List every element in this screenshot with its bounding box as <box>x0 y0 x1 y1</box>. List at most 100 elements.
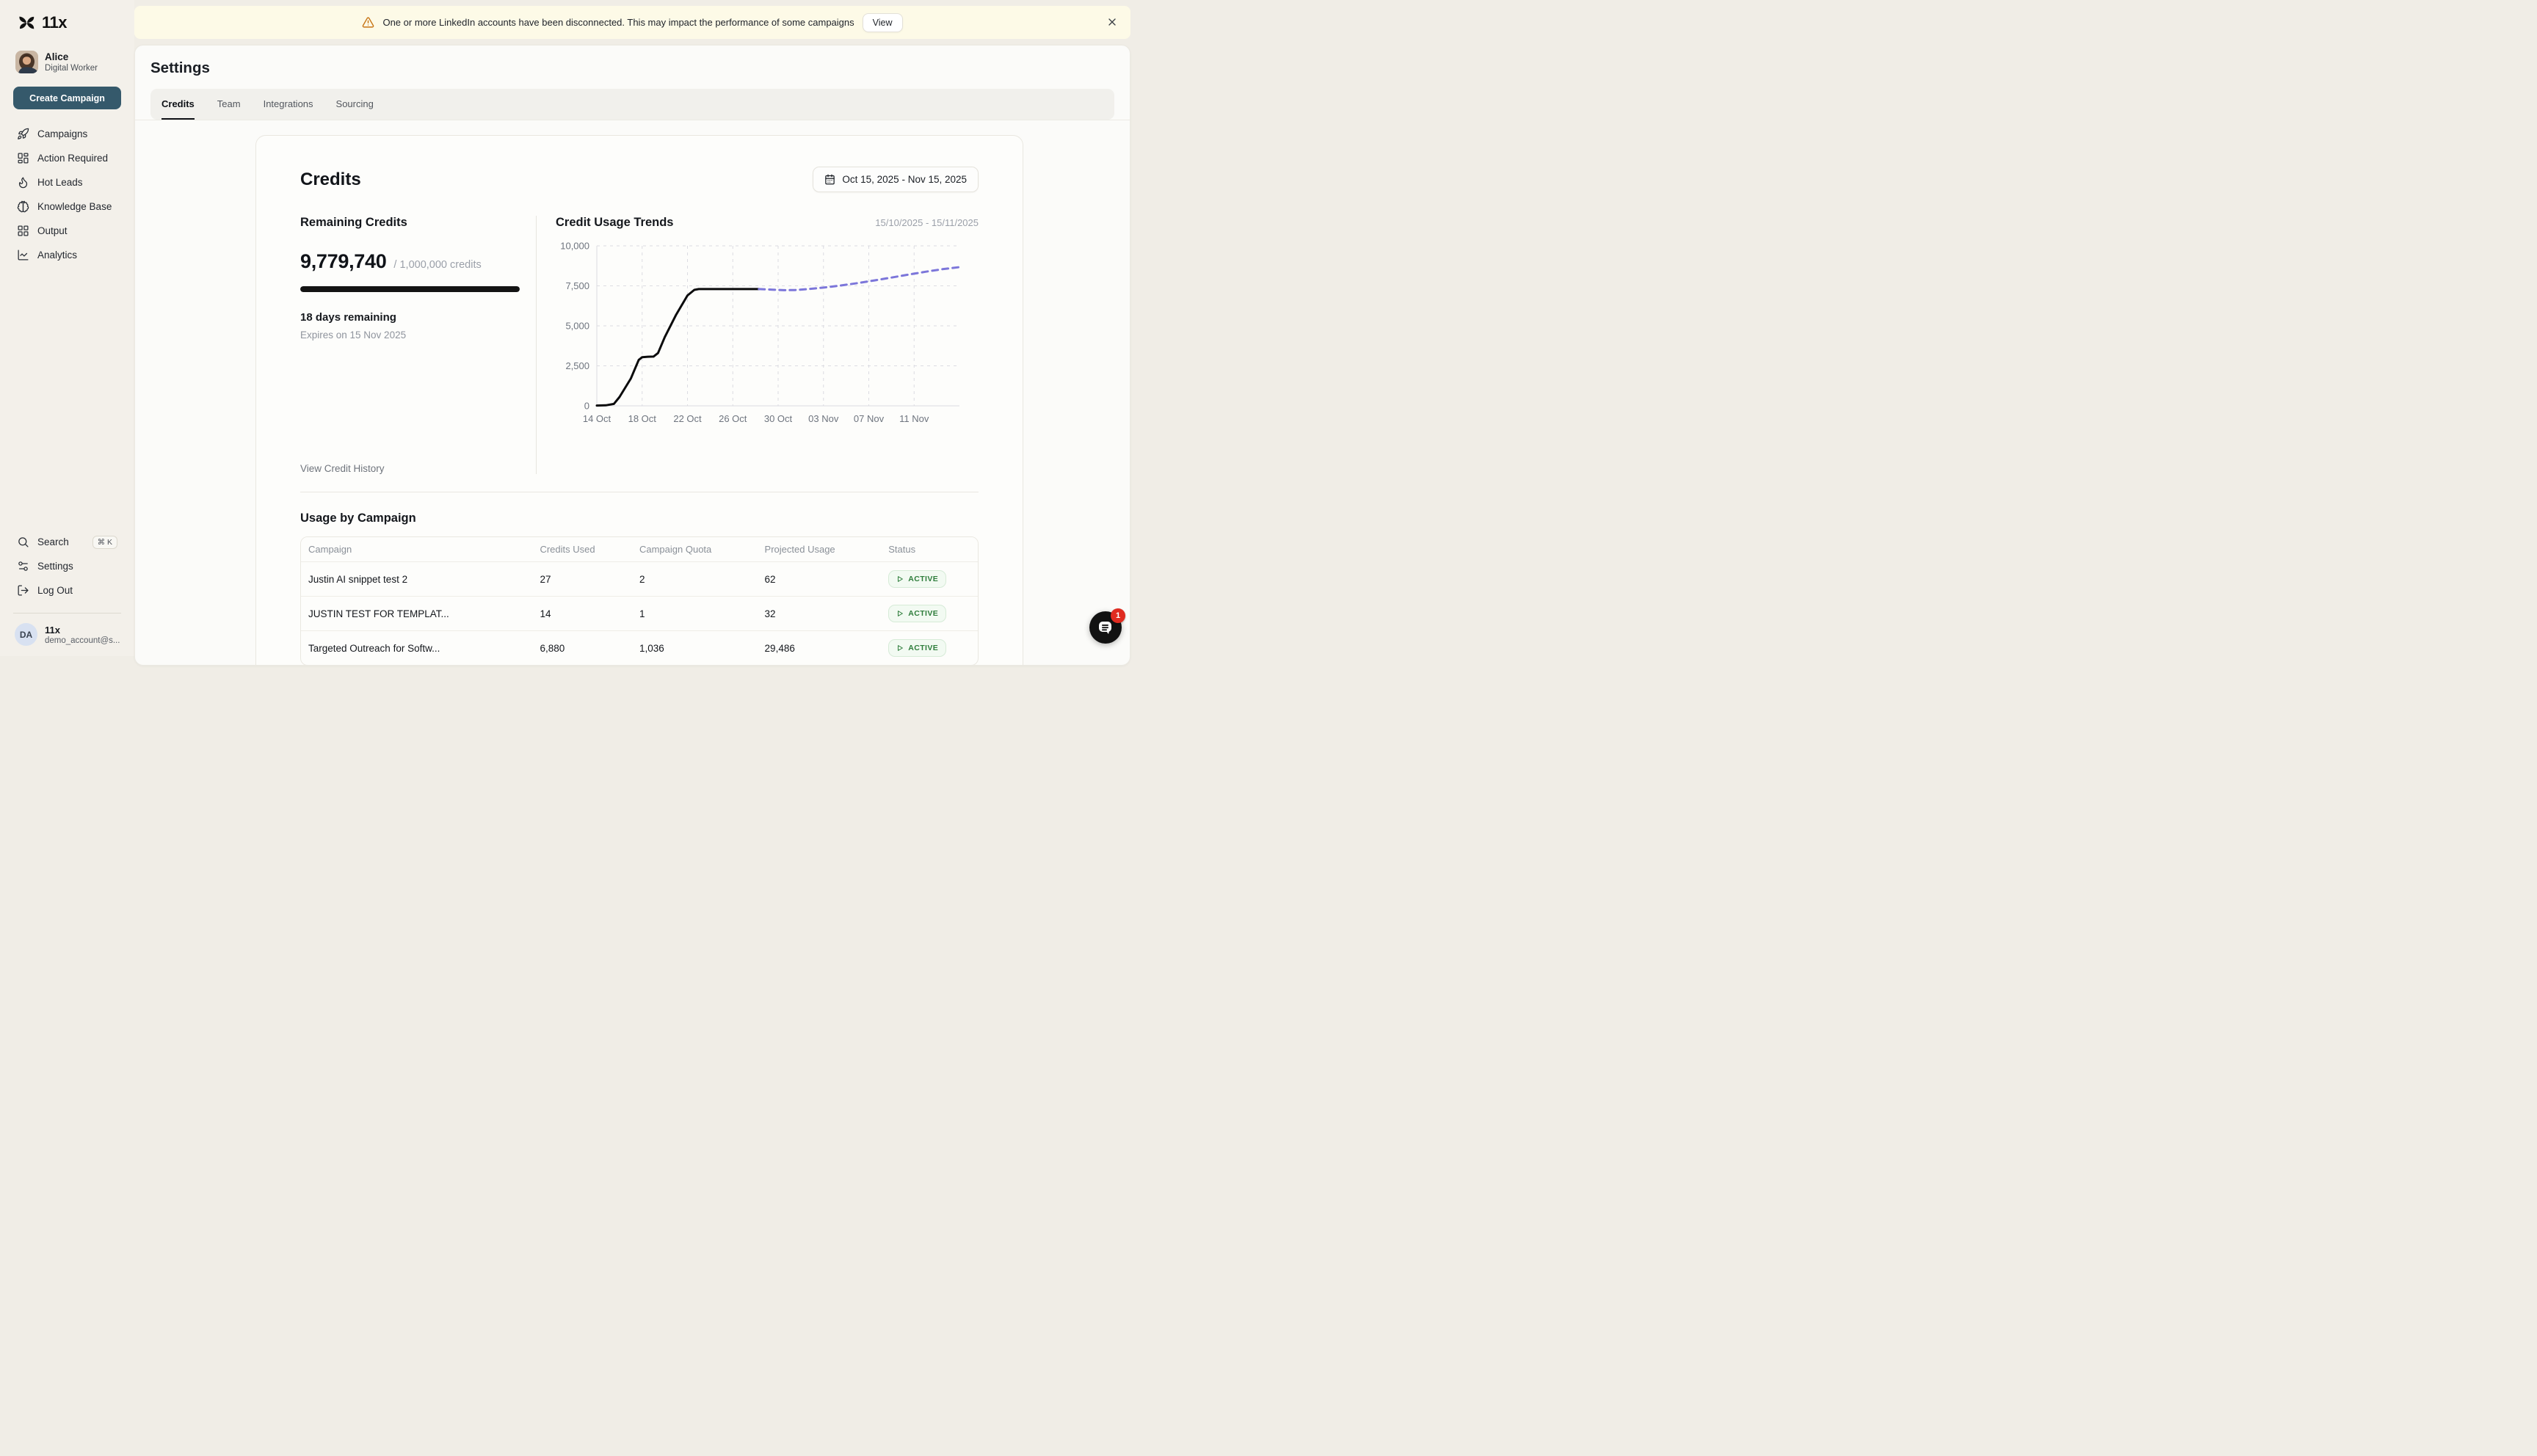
svg-text:5,000: 5,000 <box>565 321 589 332</box>
view-credit-history-link[interactable]: View Credit History <box>300 463 520 474</box>
credit-usage-trends-section: Credit Usage Trends 15/10/2025 - 15/11/2… <box>537 216 979 474</box>
sidebar-item-label: Knowledge Base <box>37 201 112 212</box>
usage-table-container: CampaignCredits UsedCampaign QuotaProjec… <box>300 536 979 666</box>
remaining-credits-value: 9,779,740 <box>300 250 386 273</box>
cell-projected: 29,486 <box>765 631 889 666</box>
cell-credits_used: 14 <box>540 597 639 631</box>
sidebar-item-hot-leads[interactable]: Hot Leads <box>13 170 121 194</box>
digital-worker-profile[interactable]: Alice Digital Worker <box>13 51 121 73</box>
chat-bubble-icon <box>1097 619 1114 636</box>
cell-quota: 2 <box>639 562 765 597</box>
tab-integrations[interactable]: Integrations <box>264 89 313 120</box>
main-area: One or more LinkedIn accounts have been … <box>134 0 1130 656</box>
table-row[interactable]: JUSTIN TEST FOR TEMPLAT...14132ACTIVE <box>301 597 978 631</box>
sidebar-item-analytics[interactable]: Analytics <box>13 243 121 267</box>
sidebar-spacer <box>13 267 121 517</box>
cell-credits_used: 27 <box>540 562 639 597</box>
sidebar-main-nav: CampaignsAction Required Hot Leads Knowled… <box>13 122 121 267</box>
progress-fill <box>300 286 520 292</box>
banner-view-button[interactable]: View <box>863 13 903 32</box>
chart-line-icon <box>17 249 29 261</box>
trends-heading: Credit Usage Trends <box>556 216 673 230</box>
column-header-projected-usage: Projected Usage <box>765 537 889 562</box>
cell-quota: 1,036 <box>639 631 765 666</box>
account-switcher[interactable]: DA 11x demo_account@s... <box>13 623 121 646</box>
play-icon <box>896 575 904 583</box>
credits-progress-bar <box>300 286 520 292</box>
remaining-credits-heading: Remaining Credits <box>300 216 520 230</box>
cell-campaign: JUSTIN TEST FOR TEMPLAT... <box>301 597 540 631</box>
brand-name: 11x <box>42 13 67 32</box>
settings-card: Settings Credits Team Integrations Sourcing… <box>134 45 1130 666</box>
warning-triangle-icon <box>362 16 374 29</box>
tab-sourcing[interactable]: Sourcing <box>336 89 374 120</box>
play-icon <box>896 644 904 652</box>
linkedin-disconnected-banner: One or more LinkedIn accounts have been … <box>134 6 1130 39</box>
cell-quota: 1 <box>639 597 765 631</box>
alice-avatar <box>15 51 38 73</box>
layout-grid-icon <box>17 225 29 237</box>
page-title: Settings <box>150 59 1114 77</box>
banner-message: One or more LinkedIn accounts have been … <box>382 17 854 28</box>
status-badge: ACTIVE <box>888 605 946 622</box>
brain-icon <box>17 200 29 213</box>
create-campaign-button[interactable]: Create Campaign <box>13 87 121 109</box>
credits-denominator: / 1,000,000 credits <box>393 259 481 271</box>
sidebar-item-campaigns[interactable]: Campaigns <box>13 122 121 146</box>
user-name: Alice <box>45 51 98 62</box>
date-range-picker[interactable]: Oct 15, 2025 - Nov 15, 2025 <box>813 167 979 192</box>
credits-heading: Credits <box>300 170 361 190</box>
settings-tabs: Credits Team Integrations Sourcing <box>150 89 1114 120</box>
svg-text:2,500: 2,500 <box>565 360 589 371</box>
expiry-date: Expires on 15 Nov 2025 <box>300 330 520 341</box>
sidebar-item-label: Hot Leads <box>37 177 83 188</box>
sidebar-item-log-out[interactable]: Log Out <box>13 578 121 603</box>
status-badge: ACTIVE <box>888 639 946 657</box>
cell-campaign: Justin AI snippet test 2 <box>301 562 540 597</box>
cell-status: ACTIVE <box>888 631 978 666</box>
remaining-credits-section: Remaining Credits 9,779,740 / 1,000,000 … <box>300 216 537 474</box>
credit-usage-chart: 02,5005,0007,50010,00014 Oct18 Oct22 Oct… <box>556 239 979 428</box>
status-badge: ACTIVE <box>888 570 946 588</box>
pinwheel-logo-icon <box>17 13 36 32</box>
brand-logo: 11x <box>13 13 121 32</box>
status-label: ACTIVE <box>908 609 938 618</box>
sidebar-divider <box>13 613 121 614</box>
svg-text:7,500: 7,500 <box>565 280 589 291</box>
table-row[interactable]: Targeted Outreach for Softw...6,8801,036… <box>301 631 978 666</box>
days-remaining: 18 days remaining <box>300 311 520 324</box>
svg-text:18 Oct: 18 Oct <box>628 413 657 424</box>
usage-by-campaign-heading: Usage by Campaign <box>300 512 979 525</box>
sidebar-footer-nav: Search⌘ K Settings Log Out <box>13 530 121 603</box>
cell-campaign: Targeted Outreach for Softw... <box>301 631 540 666</box>
tab-team[interactable]: Team <box>217 89 241 120</box>
svg-text:22 Oct: 22 Oct <box>673 413 702 424</box>
layout-dashboard-icon <box>17 152 29 164</box>
sidebar-item-output[interactable]: Output <box>13 219 121 243</box>
svg-text:03 Nov: 03 Nov <box>808 413 839 424</box>
column-header-campaign: Campaign <box>301 537 540 562</box>
sidebar-item-search[interactable]: Search⌘ K <box>13 530 121 554</box>
rocket-icon <box>17 128 29 140</box>
chat-launcher-button[interactable]: 1 <box>1089 611 1122 644</box>
sidebar-item-label: Analytics <box>37 250 77 261</box>
banner-close-button[interactable] <box>1106 16 1118 28</box>
trends-date-range: 15/10/2025 - 15/11/2025 <box>875 217 979 228</box>
sidebar-item-label: Log Out <box>37 585 73 596</box>
calendar-icon <box>824 174 835 185</box>
sidebar-item-knowledge-base[interactable]: Knowledge Base <box>13 194 121 219</box>
usage-table: CampaignCredits UsedCampaign QuotaProjec… <box>301 537 978 665</box>
sidebar-item-action-required[interactable]: Action Required <box>13 146 121 170</box>
table-row[interactable]: Justin AI snippet test 227262ACTIVE <box>301 562 978 597</box>
settings-sliders-icon <box>17 560 29 572</box>
keyboard-shortcut-badge: ⌘ K <box>92 536 117 549</box>
account-avatar: DA <box>15 623 37 646</box>
flame-icon <box>17 176 29 189</box>
log-out-icon <box>17 584 29 597</box>
sidebar-item-settings[interactable]: Settings <box>13 554 121 578</box>
credits-panel: Credits Oct 15, 2025 - Nov 15, 2025 Rema… <box>255 135 1023 666</box>
status-label: ACTIVE <box>908 575 938 583</box>
sidebar-item-label: Settings <box>37 561 73 572</box>
svg-text:07 Nov: 07 Nov <box>854 413 885 424</box>
tab-credits[interactable]: Credits <box>161 89 195 120</box>
